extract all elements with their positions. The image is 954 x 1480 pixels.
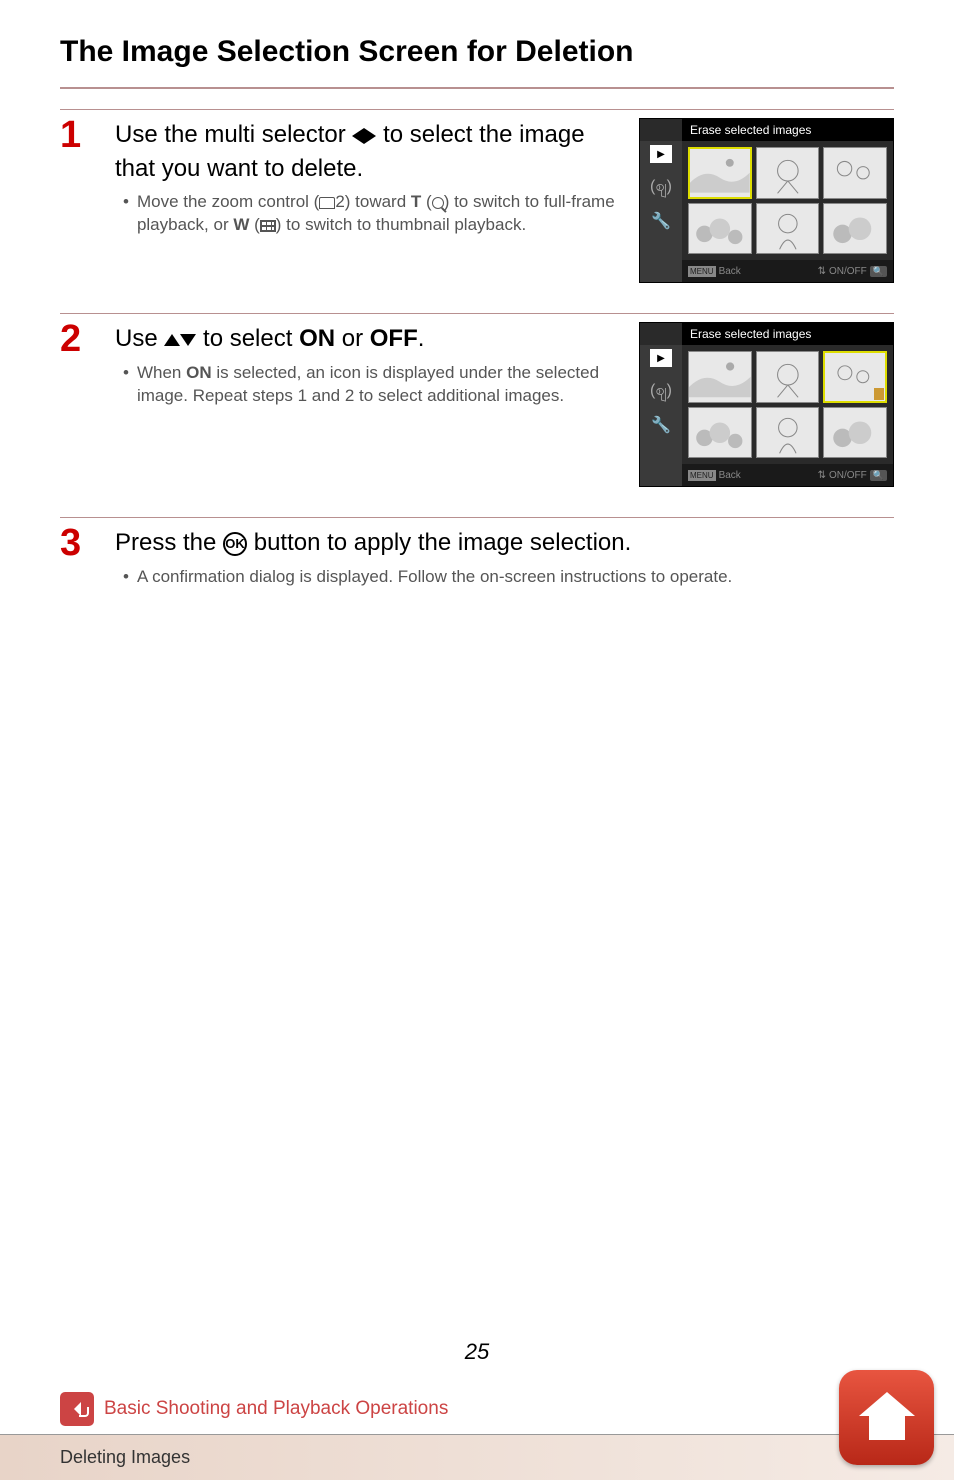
heading-text: Use [115, 325, 164, 352]
bullet-text: Move the zoom control ( [137, 192, 319, 211]
step-3-bullet: • A confirmation dialog is displayed. Fo… [123, 566, 884, 589]
camera-header: Erase selected images [682, 323, 893, 345]
zoom-badge: 🔍 [870, 470, 887, 481]
up-arrow-icon [164, 334, 180, 346]
wrench-icon: 🔧 [651, 211, 671, 231]
heading-text: Press the [115, 529, 223, 556]
back-arrow-icon [74, 1402, 81, 1416]
play-tab-icon: ▶ [650, 349, 672, 367]
bullet-dot: • [123, 191, 129, 237]
left-arrow-icon [352, 128, 364, 144]
antenna-icon: (ဈ) [650, 175, 672, 199]
onoff-label: ON/OFF [829, 470, 867, 481]
menu-badge: MENU [688, 470, 716, 481]
zoom-badge: 🔍 [870, 266, 887, 277]
step-3: 3 Press the OK button to apply the image… [60, 517, 894, 589]
thumbnail-2 [756, 351, 820, 403]
camera-screen-2: Erase selected images ▶ (ဈ) 🔧 MENUBack [639, 322, 894, 487]
camera-sidebar: ▶ (ဈ) 🔧 [640, 141, 682, 282]
camera-screen-1: Erase selected images ▶ (ဈ) 🔧 MENUBack [639, 118, 894, 283]
book-icon [319, 197, 335, 209]
ok-button-icon: OK [223, 532, 247, 556]
back-label: Back [719, 470, 741, 481]
heading-text: . [418, 325, 425, 352]
step-3-number: 3 [60, 524, 115, 562]
thumbnail-4 [688, 203, 752, 255]
page-number: 25 [465, 1339, 489, 1365]
antenna-icon: (ဈ) [650, 379, 672, 403]
home-button[interactable] [839, 1370, 934, 1465]
page-footer: Basic Shooting and Playback Operations D… [0, 1392, 954, 1480]
title-divider [60, 87, 894, 89]
back-button[interactable] [60, 1392, 94, 1426]
updown-icon: ⇅ [818, 266, 826, 277]
thumbnail-1 [688, 351, 752, 403]
thumbnail-3 [823, 147, 887, 199]
bullet-text: 2) toward [335, 192, 411, 211]
home-icon [862, 1395, 912, 1440]
bullet-text: ) to switch to thumbnail playback. [276, 215, 526, 234]
step-1-bullet: • Move the zoom control ( 2) toward T ( ) … [123, 191, 629, 237]
bullet-text: ( [249, 215, 259, 234]
section-title: Deleting Images [60, 1447, 190, 1467]
play-tab-icon: ▶ [650, 145, 672, 163]
menu-badge: MENU [688, 266, 716, 277]
step-2: 2 Use to select ON or OFF. • When ON is … [60, 313, 894, 487]
thumbnail-grid [682, 141, 893, 260]
bullet-bold: T [411, 192, 421, 211]
step-1-number: 1 [60, 116, 115, 154]
thumbnail-4 [688, 407, 752, 459]
thumbnail-6 [823, 203, 887, 255]
breadcrumb: Basic Shooting and Playback Operations [0, 1392, 954, 1434]
step-2-number: 2 [60, 320, 115, 358]
heading-text: to select [196, 325, 299, 352]
bullet-bold: ON [186, 363, 212, 382]
thumbnail-5 [756, 407, 820, 459]
thumbnail-grid-icon [260, 220, 276, 232]
camera-sidebar: ▶ (ဈ) 🔧 [640, 345, 682, 486]
footer-bar: Deleting Images [0, 1434, 954, 1480]
step-2-bullet: • When ON is selected, an icon is displa… [123, 362, 629, 408]
thumbnail-grid [682, 345, 893, 464]
page-title: The Image Selection Screen for Deletion [60, 35, 894, 69]
right-arrow-icon [364, 128, 376, 144]
bullet-bold: W [233, 215, 249, 234]
thumbnail-6 [823, 407, 887, 459]
step-1-heading: Use the multi selector to select the ima… [115, 118, 629, 185]
on-marker-icon [874, 388, 884, 400]
step-2-heading: Use to select ON or OFF. [115, 322, 629, 356]
magnify-icon [432, 197, 444, 209]
bullet-dot: • [123, 362, 129, 408]
heading-bold: OFF [370, 325, 418, 352]
heading-text: Use the multi selector [115, 121, 352, 148]
step-1: 1 Use the multi selector to select the i… [60, 109, 894, 283]
back-label: Back [719, 266, 741, 277]
down-arrow-icon [180, 334, 196, 346]
thumbnail-5 [756, 203, 820, 255]
bullet-text: A confirmation dialog is displayed. Foll… [137, 566, 732, 589]
camera-footer: MENUBack ⇅ON/OFF🔍 [682, 260, 893, 282]
camera-footer: MENUBack ⇅ON/OFF🔍 [682, 464, 893, 486]
bullet-text: ( [421, 192, 431, 211]
heading-text: button to apply the image selection. [247, 529, 631, 556]
updown-icon: ⇅ [818, 470, 826, 481]
breadcrumb-link[interactable]: Basic Shooting and Playback Operations [104, 1398, 448, 1420]
heading-text: or [335, 325, 370, 352]
heading-bold: ON [299, 325, 335, 352]
onoff-label: ON/OFF [829, 266, 867, 277]
camera-header: Erase selected images [682, 119, 893, 141]
thumbnail-3 [823, 351, 887, 403]
bullet-dot: • [123, 566, 129, 589]
step-3-heading: Press the OK button to apply the image s… [115, 526, 884, 560]
thumbnail-1 [688, 147, 752, 199]
wrench-icon: 🔧 [651, 415, 671, 435]
thumbnail-2 [756, 147, 820, 199]
